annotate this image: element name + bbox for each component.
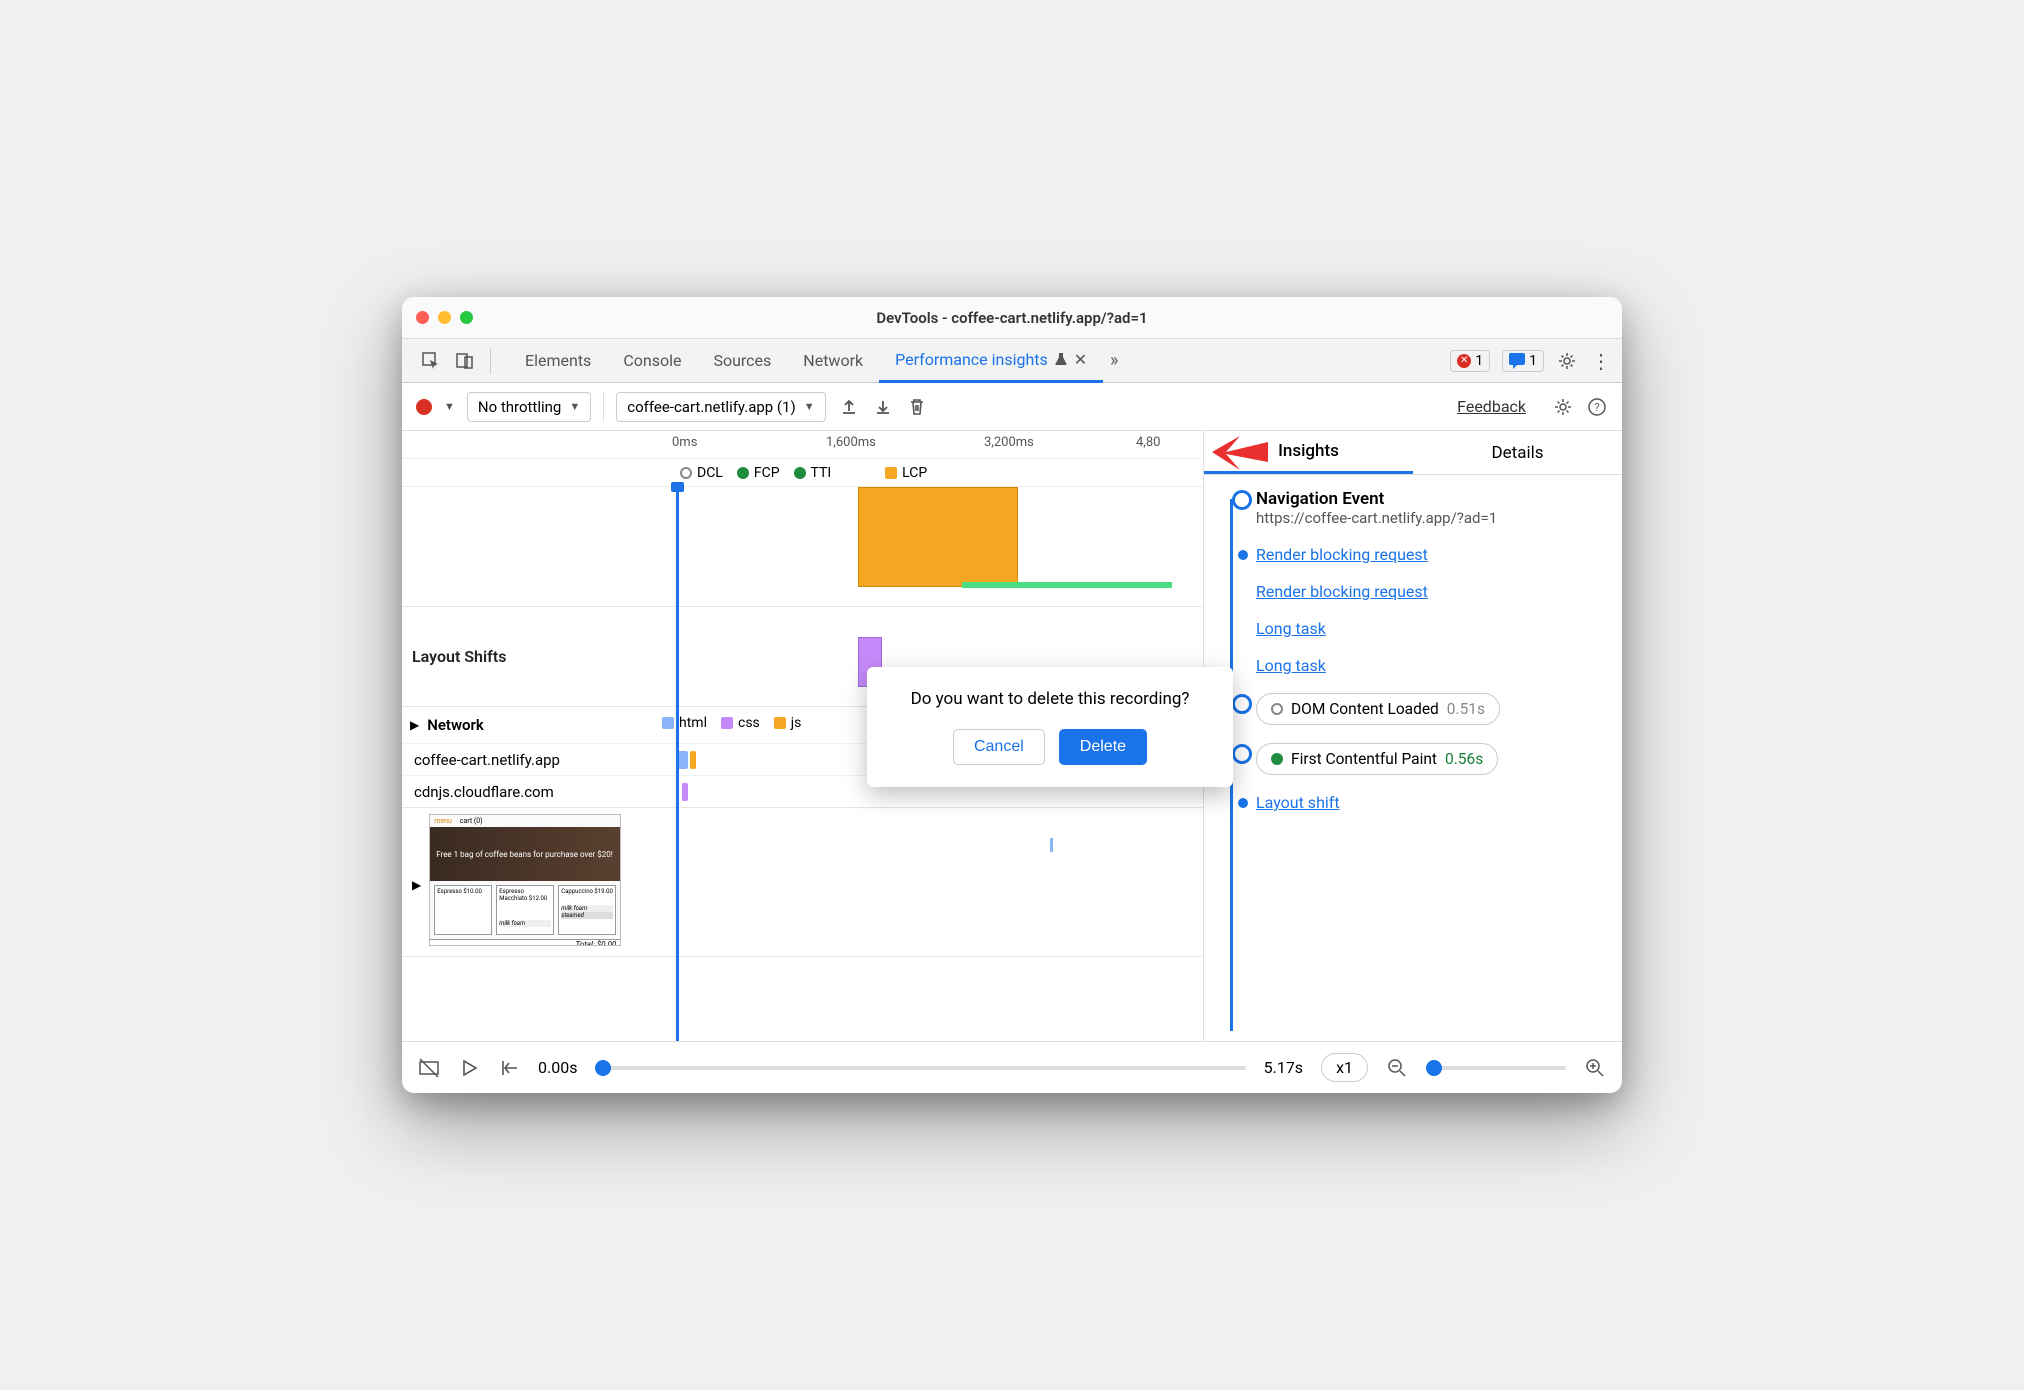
record-dropdown-icon[interactable]: ▼: [444, 400, 455, 413]
insight-fcp[interactable]: First Contentful Paint 0.56s: [1216, 743, 1604, 775]
legend-css: css: [721, 715, 760, 731]
zoom-out-icon[interactable]: [1386, 1057, 1408, 1079]
timeline-tick: [1050, 838, 1053, 852]
devtools-window: DevTools - coffee-cart.netlify.app/?ad=1…: [402, 297, 1622, 1093]
titlebar: DevTools - coffee-cart.netlify.app/?ad=1: [402, 297, 1622, 339]
marker-lcp[interactable]: LCP: [885, 465, 927, 481]
flask-icon: [1054, 352, 1068, 366]
screenshot-thumbnail[interactable]: menucart (0) Free 1 bag of coffee beans …: [429, 814, 621, 946]
screenshots-track: ▶ menucart (0) Free 1 bag of coffee bean…: [402, 808, 1203, 956]
performance-toolbar: ▼ No throttling▼ coffee-cart.netlify.app…: [402, 383, 1622, 431]
download-icon[interactable]: [872, 396, 894, 418]
settings-icon[interactable]: [1556, 350, 1578, 372]
delete-icon[interactable]: [906, 396, 928, 418]
panel-settings-icon[interactable]: [1552, 396, 1574, 418]
marker-tti[interactable]: TTI: [794, 465, 832, 481]
insight-navigation-event[interactable]: Navigation Event https://coffee-cart.net…: [1216, 489, 1604, 527]
network-label: Network: [427, 716, 484, 734]
play-icon[interactable]: [458, 1057, 480, 1079]
upload-icon[interactable]: [838, 396, 860, 418]
errors-badge[interactable]: ✕ 1: [1450, 350, 1490, 372]
zoom-slider[interactable]: [1426, 1066, 1566, 1070]
help-icon[interactable]: ?: [1586, 396, 1608, 418]
insight-link[interactable]: Layout shift: [1216, 793, 1604, 812]
cancel-button[interactable]: Cancel: [953, 729, 1045, 765]
device-toolbar-icon[interactable]: [454, 350, 476, 372]
timeline-ruler: 0ms 1,600ms 3,200ms 4,80: [402, 431, 1203, 459]
tab-sources[interactable]: Sources: [697, 339, 787, 383]
playback-speed[interactable]: x1: [1321, 1053, 1368, 1082]
insight-link[interactable]: Long task: [1216, 656, 1604, 675]
playback-bar: 0.00s 5.17s x1: [402, 1041, 1622, 1093]
inspect-element-icon[interactable]: [420, 350, 442, 372]
toggle-screenshots-icon[interactable]: [418, 1057, 440, 1079]
recording-select[interactable]: coffee-cart.netlify.app (1)▼: [616, 392, 825, 422]
track-main: [402, 487, 1203, 607]
zoom-in-icon[interactable]: [1584, 1057, 1606, 1079]
insight-link[interactable]: Render blocking request: [1216, 545, 1604, 564]
devtools-tabbar: Elements Console Sources Network Perform…: [402, 339, 1622, 383]
maximize-window-button[interactable]: [460, 311, 473, 324]
insight-link[interactable]: Long task: [1216, 619, 1604, 638]
throttling-select[interactable]: No throttling▼: [467, 392, 591, 422]
error-icon: ✕: [1457, 354, 1471, 368]
messages-badge[interactable]: 1: [1502, 350, 1544, 372]
tab-network[interactable]: Network: [787, 339, 879, 383]
playback-slider[interactable]: [595, 1066, 1245, 1070]
dialog-message: Do you want to delete this recording?: [889, 689, 1211, 709]
tab-performance-insights[interactable]: Performance insights ✕: [879, 339, 1103, 383]
record-button[interactable]: [416, 399, 432, 415]
playhead[interactable]: [676, 487, 679, 1041]
tab-insights[interactable]: Insights: [1204, 431, 1413, 474]
insights-pane: Insights Details Navigation Event https:…: [1204, 431, 1622, 1041]
tab-elements[interactable]: Elements: [509, 339, 607, 383]
playback-start-time: 0.00s: [538, 1058, 577, 1077]
close-tab-icon[interactable]: ✕: [1074, 350, 1087, 369]
feedback-link[interactable]: Feedback: [1457, 397, 1526, 416]
minimize-window-button[interactable]: [438, 311, 451, 324]
timeline-markers: DCL FCP TTI LCP: [402, 459, 1203, 487]
legend-html: html: [662, 715, 707, 731]
legend-js: js: [774, 715, 802, 731]
message-icon: [1509, 353, 1525, 369]
rewind-icon[interactable]: [498, 1057, 520, 1079]
more-tabs-icon[interactable]: »: [1103, 350, 1125, 372]
traffic-lights: [416, 311, 473, 324]
cls-strip[interactable]: [962, 582, 1172, 588]
marker-dcl[interactable]: DCL: [680, 465, 723, 481]
playback-end-time: 5.17s: [1264, 1058, 1303, 1077]
window-title: DevTools - coffee-cart.netlify.app/?ad=1: [402, 309, 1622, 327]
tab-details[interactable]: Details: [1413, 431, 1622, 474]
layout-shifts-label: Layout Shifts: [412, 647, 506, 666]
delete-recording-dialog: Do you want to delete this recording? Ca…: [867, 667, 1233, 787]
lcp-block[interactable]: [858, 487, 1018, 587]
tab-console[interactable]: Console: [607, 339, 697, 383]
marker-fcp[interactable]: FCP: [737, 465, 780, 481]
insight-link[interactable]: Render blocking request: [1216, 582, 1604, 601]
svg-text:?: ?: [1594, 401, 1599, 414]
delete-button[interactable]: Delete: [1059, 729, 1147, 765]
kebab-menu-icon[interactable]: ⋮: [1590, 350, 1612, 372]
close-window-button[interactable]: [416, 311, 429, 324]
insight-dcl[interactable]: DOM Content Loaded 0.51s: [1216, 693, 1604, 725]
